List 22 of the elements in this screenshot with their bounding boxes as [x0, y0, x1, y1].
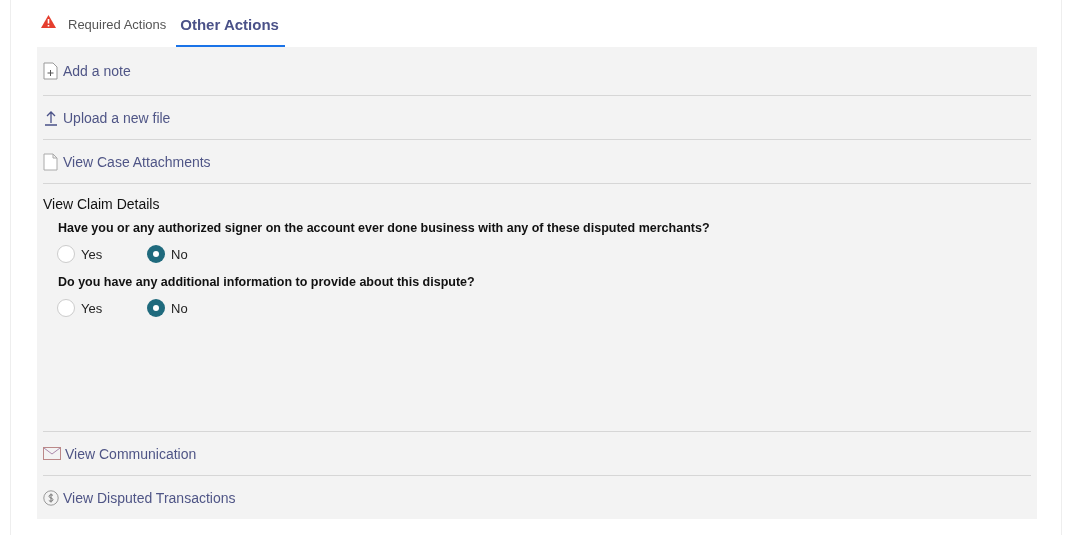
action-link[interactable]: View Case Attachments	[43, 152, 211, 171]
section-title: View Claim Details	[43, 196, 161, 212]
document-icon	[43, 152, 59, 171]
radio-button[interactable]	[57, 245, 75, 263]
radio-button[interactable]	[147, 245, 165, 263]
upload-icon	[43, 109, 59, 126]
option-label: Yes	[81, 300, 103, 316]
dollar-icon	[43, 489, 59, 506]
action-link[interactable]: Upload a new file	[43, 109, 171, 126]
action-link[interactable]: View Disputed Transactions	[43, 489, 236, 506]
envelope-icon	[43, 447, 61, 460]
add-note-icon	[43, 62, 59, 80]
question-text: Do you have any additional information to provide about this dispute?	[58, 275, 476, 289]
radio-button[interactable]	[147, 299, 165, 317]
option-label: Yes	[81, 246, 103, 262]
option-label: No	[171, 300, 188, 316]
option-label: No	[171, 246, 188, 262]
tab[interactable]: Required Actions	[37, 10, 173, 47]
radio-button[interactable]	[57, 299, 75, 317]
question-text: Have you or any authorized signer on the account ever done business with any of these disputed merchants?	[58, 221, 711, 235]
action-link[interactable]: Add a note	[43, 62, 131, 80]
action-link[interactable]: View Communication	[43, 445, 197, 462]
